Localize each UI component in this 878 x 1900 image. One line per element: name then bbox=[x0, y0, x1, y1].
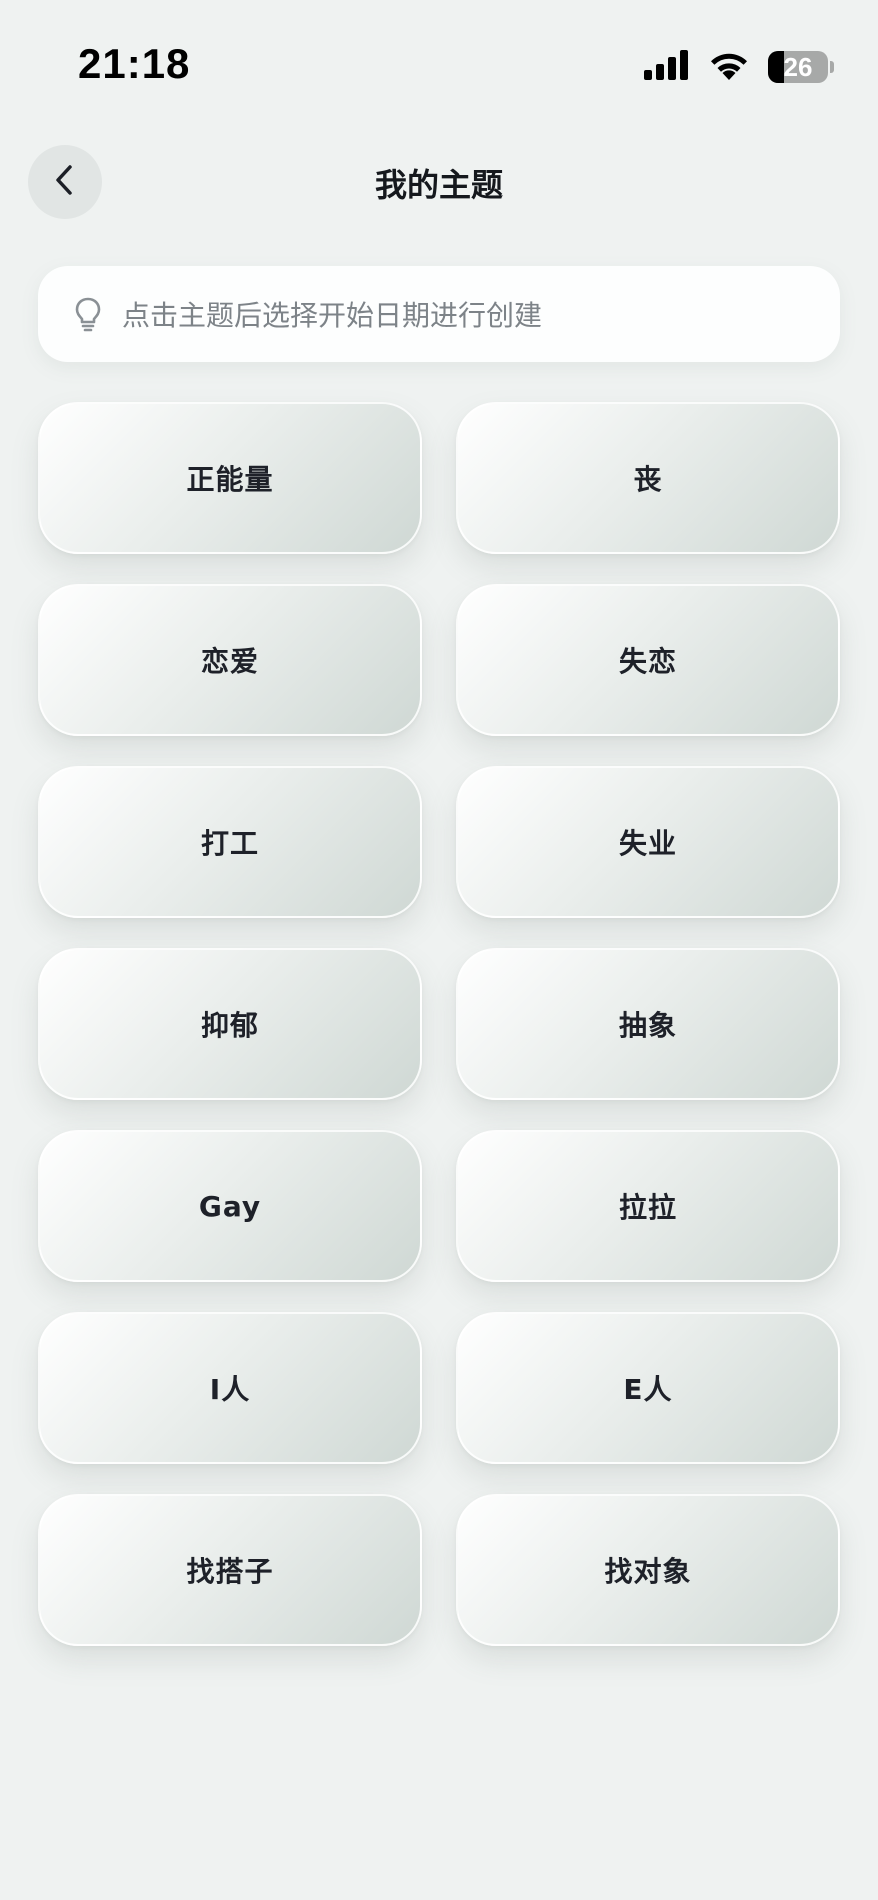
topic-card[interactable]: E人 bbox=[456, 1312, 840, 1464]
topic-label: 找搭子 bbox=[186, 1555, 274, 1588]
cellular-signal-icon bbox=[644, 50, 690, 84]
topic-label: 抽象 bbox=[618, 1009, 677, 1042]
battery-icon: 26 bbox=[768, 51, 828, 83]
battery-percentage: 26 bbox=[783, 52, 813, 82]
topic-card[interactable]: 失业 bbox=[456, 766, 840, 918]
topic-label: 抑郁 bbox=[200, 1009, 259, 1042]
topic-grid: 正能量 丧恋爱 失恋打工 失业抑郁 抽象 Gay 拉拉 I人 E人找搭子 找对象 bbox=[38, 402, 840, 1646]
topic-card[interactable]: I人 bbox=[38, 1312, 422, 1464]
status-bar: 21:18 26 bbox=[0, 0, 878, 120]
topic-label: E人 bbox=[623, 1373, 673, 1406]
wifi-icon bbox=[708, 50, 750, 84]
topic-label: 恋爱 bbox=[200, 645, 259, 678]
topic-label: 失业 bbox=[618, 827, 677, 860]
lightbulb-icon bbox=[72, 296, 104, 332]
topic-label: Gay bbox=[198, 1189, 262, 1223]
status-time: 21:18 bbox=[78, 40, 191, 87]
topic-card[interactable]: 抽象 bbox=[456, 948, 840, 1100]
topic-card[interactable]: 找对象 bbox=[456, 1494, 840, 1646]
topic-card[interactable]: 找搭子 bbox=[38, 1494, 422, 1646]
topic-card[interactable]: 打工 bbox=[38, 766, 422, 918]
topic-card[interactable]: 失恋 bbox=[456, 584, 840, 736]
topic-label: 失恋 bbox=[618, 645, 677, 678]
status-icons: 26 bbox=[644, 50, 834, 84]
tip-text: 点击主题后选择开始日期进行创建 bbox=[122, 299, 543, 332]
topic-card[interactable]: 恋爱 bbox=[38, 584, 422, 736]
battery-cap bbox=[830, 61, 834, 73]
topic-card[interactable]: 拉拉 bbox=[456, 1130, 840, 1282]
topic-label: I人 bbox=[209, 1373, 251, 1406]
topic-card[interactable]: Gay bbox=[38, 1130, 422, 1282]
page-title: 我的主题 bbox=[374, 166, 503, 204]
topic-label: 丧 bbox=[633, 463, 663, 496]
tip-banner: 点击主题后选择开始日期进行创建 bbox=[38, 266, 840, 362]
topic-label: 拉拉 bbox=[618, 1191, 677, 1224]
topic-card[interactable]: 抑郁 bbox=[38, 948, 422, 1100]
topic-label: 打工 bbox=[200, 827, 259, 860]
topic-card[interactable]: 丧 bbox=[456, 402, 840, 554]
topic-card[interactable]: 正能量 bbox=[38, 402, 422, 554]
topic-label: 正能量 bbox=[186, 463, 274, 496]
topic-label: 找对象 bbox=[604, 1555, 692, 1588]
